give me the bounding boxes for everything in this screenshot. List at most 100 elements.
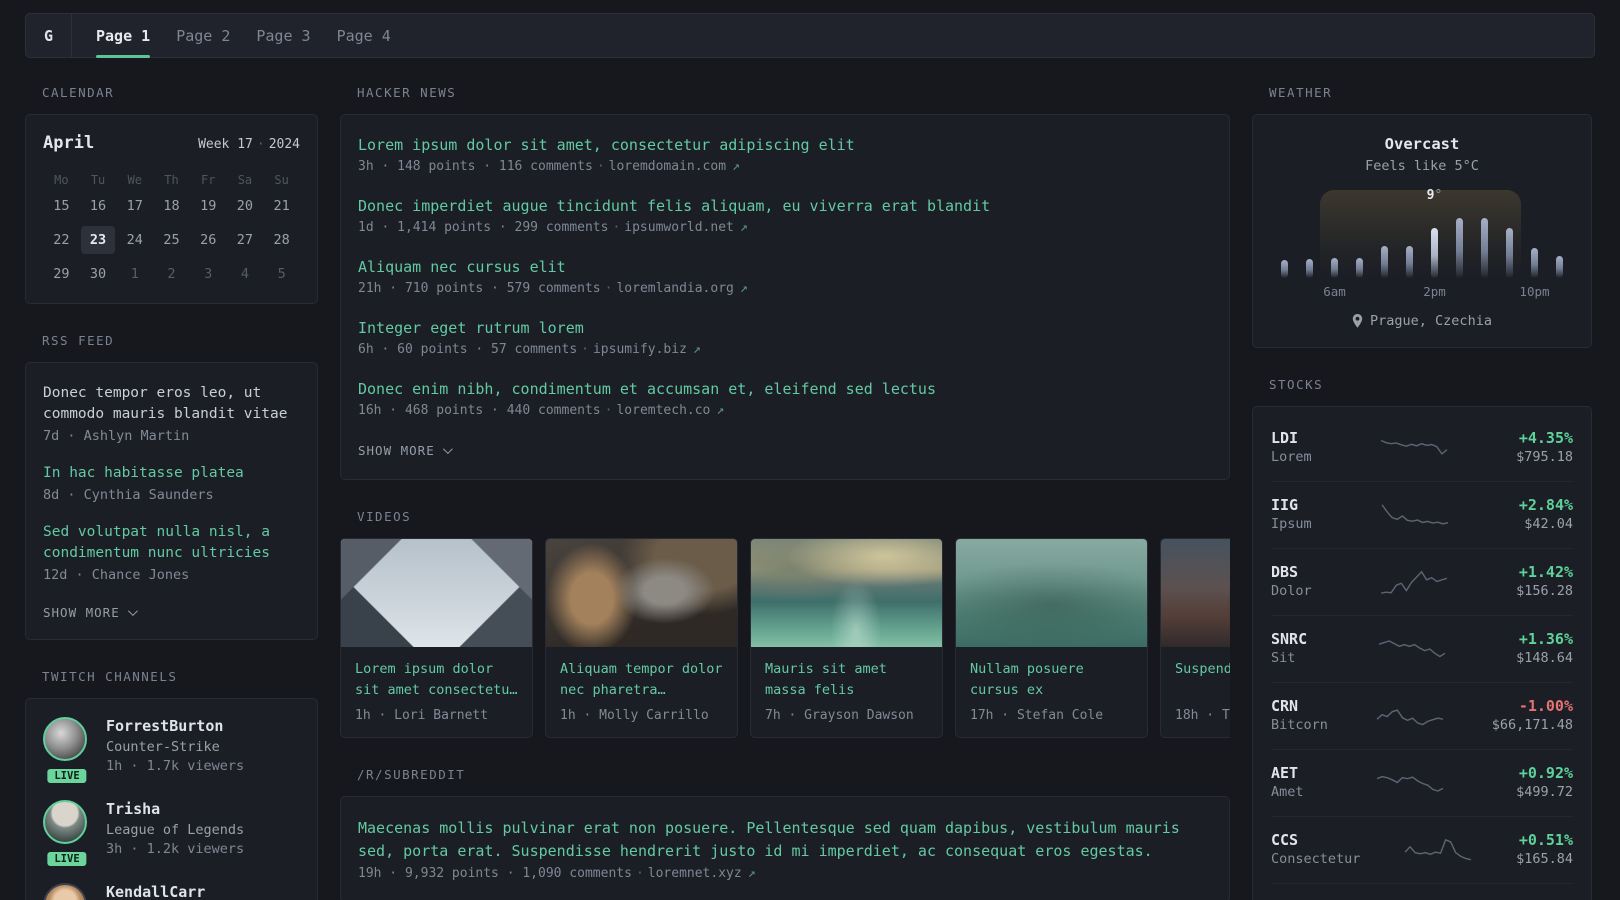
twitch-channel-row[interactable]: KendallCarr <box>43 883 300 900</box>
twitch-channel-name[interactable]: KendallCarr <box>106 883 205 900</box>
twitch-channel-meta: 3h · 1.2k viewers <box>106 841 245 857</box>
stock-row[interactable]: IIG Ipsum +2.84% $42.04 <box>1271 481 1573 548</box>
calendar-day: 28 <box>273 232 290 248</box>
video-card-body: Mauris sit amet massa felis 7h · Grayson … <box>751 647 942 737</box>
twitch-channel-name[interactable]: Trisha <box>106 800 244 818</box>
twitch-channel-meta: 1h · 1.7k viewers <box>106 758 245 774</box>
weekday-label: We <box>127 173 142 187</box>
hn-item-domain-link[interactable]: loremtech.co <box>616 403 710 418</box>
video-meta: 7h · Grayson Dawson <box>765 708 914 723</box>
nav-tab-page-3[interactable]: Page 3 <box>256 14 310 57</box>
rss-item-title[interactable]: Sed volutpat nulla nisl, a condimentum n… <box>43 522 300 564</box>
video-card[interactable]: Nullam posuere cursus ex 17h · Stefan Col… <box>955 538 1148 738</box>
hn-item-domain-link[interactable]: ipsumworld.net <box>624 220 734 235</box>
stock-row[interactable]: DBS Dolor +1.42% $156.28 <box>1271 548 1573 615</box>
hn-item-title[interactable]: Aliquam nec cursus elit <box>358 257 1212 278</box>
subreddit-post-domain-link[interactable]: loremnet.xyz <box>648 866 742 881</box>
stocks-section: STOCKS LDI Lorem +4.35% $795.18 IIG Ipsum +2.8… <box>1252 378 1592 900</box>
weather-header: WEATHER <box>1269 85 1333 100</box>
hn-show-more-label: SHOW MORE <box>358 443 435 458</box>
twitch-avatar-wrap: LIVE <box>43 800 91 868</box>
avatar[interactable] <box>43 717 87 761</box>
hn-item-title[interactable]: Donec imperdiet augue tincidunt felis al… <box>358 196 1212 217</box>
hn-item: Donec imperdiet augue tincidunt felis al… <box>358 196 1212 238</box>
weather-temp-value: 9 <box>1426 188 1435 203</box>
calendar-day: 15 <box>53 198 70 214</box>
weekday-label: Su <box>274 173 289 187</box>
calendar-year: 2024 <box>268 137 300 152</box>
calendar-day: 21 <box>273 198 290 214</box>
stock-row[interactable]: AET Amet +0.92% $499.72 <box>1271 749 1573 816</box>
stock-row[interactable]: LDI Lorem +4.35% $795.18 <box>1271 415 1573 481</box>
weather-degree-symbol: ° <box>1434 188 1443 203</box>
stock-name: Sit <box>1271 650 1296 666</box>
hn-item-domain-link[interactable]: ipsumify.biz <box>593 342 687 357</box>
hn-item-title[interactable]: Donec enim nibh, condimentum et accumsan… <box>358 379 1212 400</box>
hn-item-domain-link[interactable]: loremdomain.com <box>609 159 726 174</box>
hn-item: Lorem ipsum dolor sit amet, consectetur … <box>358 135 1212 177</box>
twitch-channel-row[interactable]: LIVE Trisha League of Legends 3h · 1.2k vie… <box>43 800 300 868</box>
hn-item: Aliquam nec cursus elit 21h · 710 points … <box>358 257 1212 299</box>
weekday-label: Sa <box>237 173 253 187</box>
right-column: WEATHER Overcast Feels like 5°C 9° 6am 2p… <box>1252 86 1592 900</box>
stock-change: +0.92% <box>1518 764 1574 782</box>
video-card[interactable]: Aliquam tempor dolor nec pharetra… 1h · M… <box>545 538 738 738</box>
stock-row[interactable]: CCS Consectetur +0.51% $165.84 <box>1271 816 1573 883</box>
video-card[interactable]: Suspendisse diam 18h · Tara <box>1160 538 1230 738</box>
video-card[interactable]: Lorem ipsum dolor sit amet consectetu… 1h… <box>340 538 533 738</box>
video-title[interactable]: Nullam posuere cursus ex <box>970 659 1133 701</box>
nav-tab-page-4[interactable]: Page 4 <box>337 14 391 57</box>
video-title[interactable]: Aliquam tempor dolor nec pharetra… <box>560 659 723 701</box>
external-link-icon: ↗ <box>732 159 740 174</box>
weather-time-label: 10pm <box>1519 284 1550 299</box>
stock-row[interactable]: CRN Bitcorn -1.00% $66,171.48 <box>1271 682 1573 749</box>
avatar[interactable] <box>43 800 87 844</box>
weather-time-label: 2pm <box>1423 284 1446 299</box>
weather-bar <box>1331 258 1338 278</box>
stock-price: $42.04 <box>1524 516 1574 532</box>
stock-info: CCS Consectetur <box>1271 831 1403 869</box>
twitch-channel-name[interactable]: ForrestBurton <box>106 717 244 735</box>
rss-item: Sed volutpat nulla nisl, a condimentum n… <box>43 522 300 585</box>
stock-row[interactable]: SNRC Sit +1.36% $148.64 <box>1271 615 1573 682</box>
video-title[interactable]: Suspendisse diam <box>1175 659 1230 701</box>
video-title[interactable]: Mauris sit amet massa felis <box>765 659 928 701</box>
rss-item-title[interactable]: Donec tempor eros leo, ut commodo mauris… <box>43 383 300 425</box>
rss-show-more-button[interactable]: SHOW MORE <box>43 605 138 620</box>
dot-separator: · <box>256 137 265 152</box>
weather-hourly-chart: 9° <box>1281 188 1563 278</box>
stock-row[interactable]: AHS+0.46% <box>1271 883 1573 900</box>
video-card[interactable]: Mauris sit amet massa felis 7h · Grayson … <box>750 538 943 738</box>
weather-bar <box>1481 218 1488 278</box>
subreddit-post-title[interactable]: Maecenas mollis pulvinar erat non posuer… <box>358 817 1212 863</box>
hacker-news-widget: Lorem ipsum dolor sit amet, consectetur … <box>340 114 1230 480</box>
weekday-label: Fr <box>200 173 216 187</box>
twitch-channel-row[interactable]: LIVE ForrestBurton Counter-Strike 1h · 1.7k… <box>43 717 300 785</box>
rss-item-title[interactable]: In hac habitasse platea <box>43 463 300 484</box>
calendar-day: 29 <box>53 266 70 282</box>
stock-values: +4.35% $795.18 <box>1449 429 1573 467</box>
nav-tab-page-2[interactable]: Page 2 <box>176 14 230 57</box>
hn-show-more-button[interactable]: SHOW MORE <box>358 443 453 458</box>
stock-sparkline <box>1378 640 1445 658</box>
hn-item-meta: 3h · 148 points · 116 comments · loremdoma… <box>358 157 1212 177</box>
calendar-week-year: Week 17 · 2024 <box>198 137 300 152</box>
hacker-news-section: HACKER NEWS Lorem ipsum dolor sit amet, … <box>340 86 1230 480</box>
nav-tab-page-1[interactable]: Page 1 <box>96 14 151 58</box>
hn-item: Integer eget rutrum lorem 6h · 60 points … <box>358 318 1212 360</box>
calendar-week-row: 15 16 17 18 19 20 21 <box>43 191 300 221</box>
avatar[interactable] <box>43 883 87 900</box>
external-link-icon: ↗ <box>739 220 748 235</box>
app-logo[interactable]: G <box>26 14 72 57</box>
hn-item-domain-link[interactable]: loremlandia.org <box>616 281 733 296</box>
live-badge: LIVE <box>45 850 89 868</box>
weather-location-row: Prague, Czechia <box>1277 313 1567 329</box>
weekday-label: Tu <box>90 173 106 187</box>
hn-item-title[interactable]: Integer eget rutrum lorem <box>358 318 1212 339</box>
weather-bar <box>1281 260 1288 278</box>
hn-item-title[interactable]: Lorem ipsum dolor sit amet, consectetur … <box>358 135 1212 156</box>
weather-bar <box>1356 258 1363 278</box>
calendar-day: 24 <box>126 232 143 248</box>
dot-separator: · <box>635 866 644 881</box>
video-title[interactable]: Lorem ipsum dolor sit amet consectetu… <box>355 659 518 701</box>
